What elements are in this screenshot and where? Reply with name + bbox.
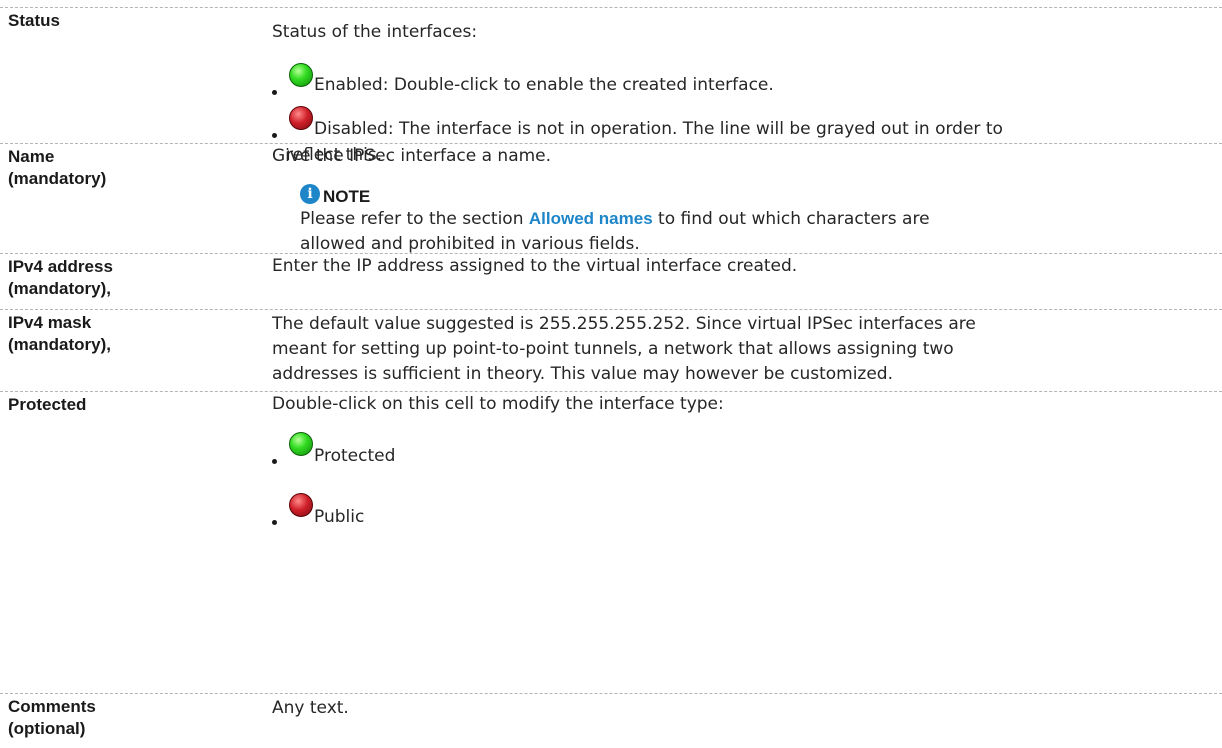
note-text-segment: to find out which characters are: [652, 209, 930, 229]
row-label: IPv4 mask (mandatory),: [8, 312, 111, 356]
bullet-dot: [272, 90, 277, 95]
label-line: (mandatory),: [8, 279, 111, 298]
green-led-icon: [289, 63, 313, 87]
label-line: IPv4 address: [8, 257, 113, 276]
row-label: IPv4 address (mandatory),: [8, 256, 113, 300]
bullet-dot: [272, 133, 277, 138]
description-text: addresses is sufficient in theory. This …: [272, 364, 893, 384]
table-row-name: Name (mandatory) Give the IPSec interfac…: [0, 143, 1222, 254]
description-text: Double-click on this cell to modify the …: [272, 394, 724, 414]
description-text: meant for setting up point-to-point tunn…: [272, 339, 954, 359]
row-label: Name (mandatory): [8, 146, 106, 190]
description-text: Enter the IP address assigned to the vir…: [272, 256, 798, 276]
list-item-text: Disabled: The interface is not in operat…: [314, 119, 1003, 139]
label-line: Status: [8, 11, 60, 30]
label-line: (mandatory): [8, 169, 107, 188]
description-text: Status of the interfaces:: [272, 22, 478, 42]
table-row-protected: Protected Double-click on this cell to m…: [0, 391, 1222, 548]
list-item-text: Protected: [314, 446, 396, 466]
label-line: Protected: [8, 395, 87, 414]
bullet-dot: [272, 520, 277, 525]
label-line: Comments: [8, 697, 96, 716]
description-text: Give the IPSec interface a name.: [272, 146, 552, 166]
red-led-icon: [289, 493, 313, 517]
bullet-dot: [272, 459, 277, 464]
row-label: Comments (optional): [8, 696, 96, 740]
row-label: Status: [8, 10, 60, 32]
parameter-table: Status Status of the interfaces: Enabled…: [0, 0, 1222, 747]
allowed-names-link[interactable]: Allowed names: [529, 209, 653, 228]
list-item-text: Enabled: Double-click to enable the crea…: [314, 75, 774, 95]
note-text-segment: Please refer to the section: [300, 209, 529, 229]
green-led-icon: [289, 432, 313, 456]
table-row-status: Status Status of the interfaces: Enabled…: [0, 7, 1222, 165]
table-row-ipv4-address: IPv4 address (mandatory), Enter the IP a…: [0, 253, 1222, 310]
note-text: Please refer to the section Allowed name…: [300, 206, 930, 232]
description-text: The default value suggested is 255.255.2…: [272, 314, 976, 334]
label-line: Name: [8, 147, 55, 166]
list-item-text: Public: [314, 507, 365, 527]
label-line: (mandatory),: [8, 335, 111, 354]
info-icon: i: [300, 184, 320, 204]
table-row-ipv4-mask: IPv4 mask (mandatory), The default value…: [0, 309, 1222, 391]
table-row-comments: Comments (optional) Any text.: [0, 693, 1222, 748]
red-led-icon: [289, 106, 313, 130]
label-line: IPv4 mask: [8, 313, 92, 332]
row-label: Protected: [8, 394, 86, 416]
description-text: Any text.: [272, 698, 349, 718]
label-line: (optional): [8, 719, 86, 738]
